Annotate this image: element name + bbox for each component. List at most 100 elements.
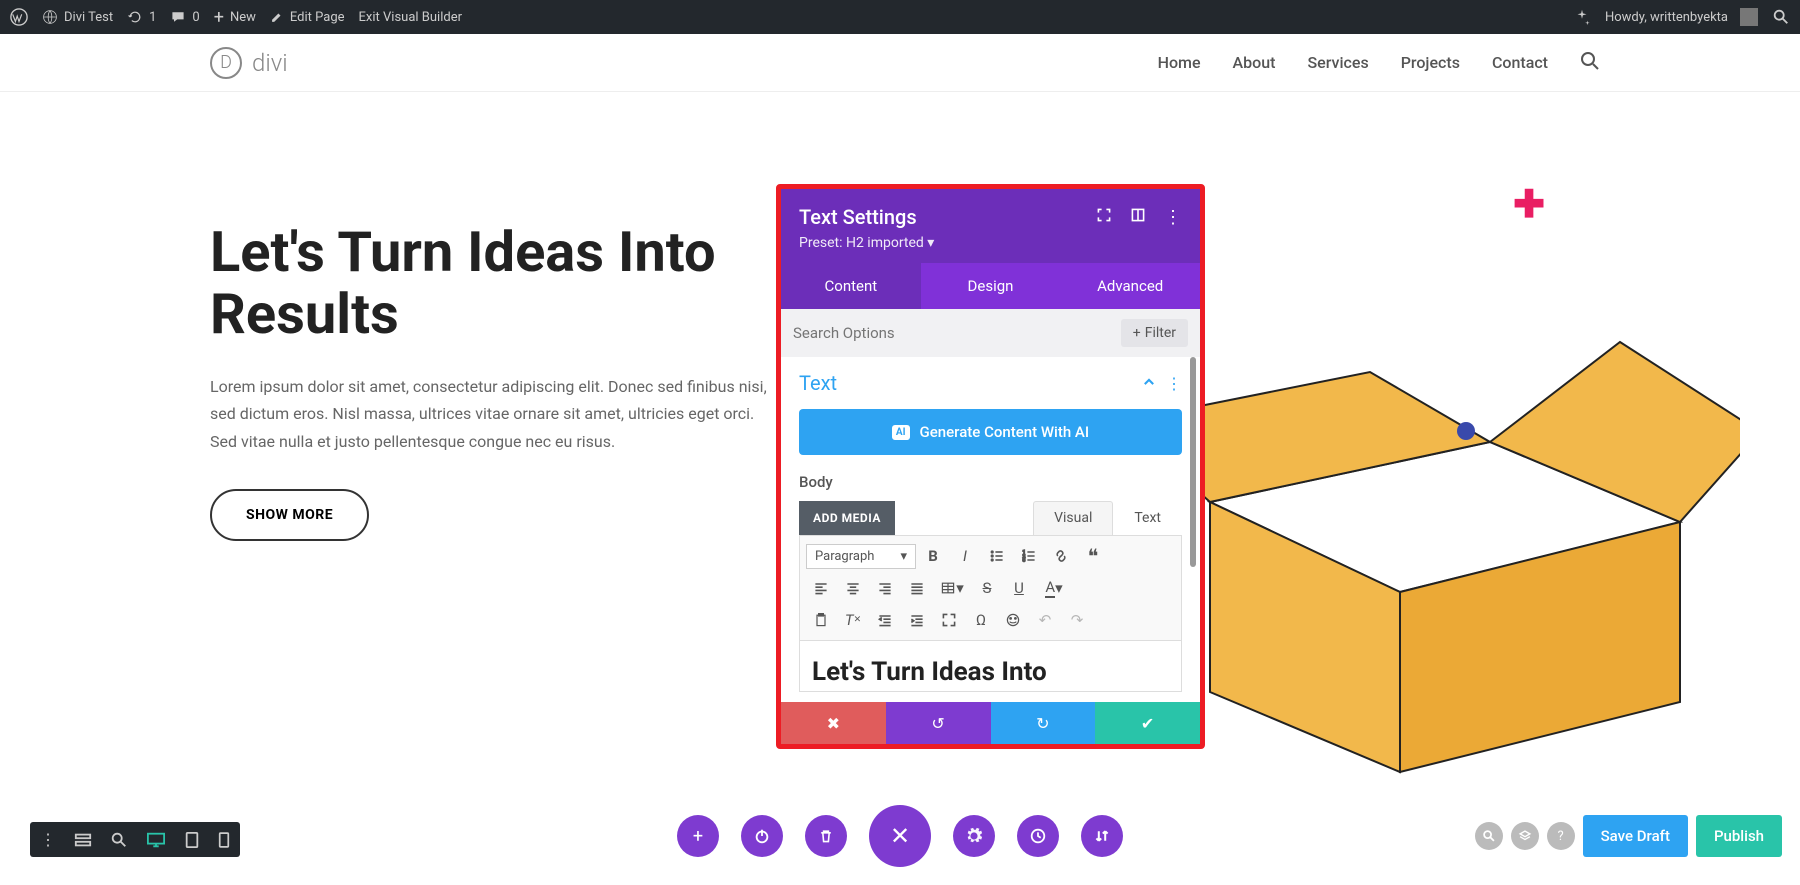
desktop-view-icon[interactable] <box>146 831 166 849</box>
italic-button[interactable]: I <box>950 542 980 570</box>
filter-button[interactable]: +Filter <box>1121 319 1188 347</box>
panel-title: Text Settings <box>799 205 917 229</box>
hero-title: Let's Turn Ideas Into Results <box>210 222 780 345</box>
save-draft-button[interactable]: Save Draft <box>1583 815 1688 857</box>
editor-tab-text[interactable]: Text <box>1113 501 1182 535</box>
section-text-toggle[interactable]: Text <box>799 371 837 395</box>
panel-body: Text ⋮ AI Generate Content With AI Body … <box>781 357 1200 702</box>
tab-advanced[interactable]: Advanced <box>1060 263 1200 309</box>
editor-toolbar: Paragraph▾ B I 123 ❝ ▾ S U A ▾ T✕ <box>799 535 1182 641</box>
align-justify-button[interactable] <box>902 574 932 602</box>
publish-button[interactable]: Publish <box>1696 815 1782 857</box>
nav-about[interactable]: About <box>1233 53 1276 72</box>
panel-cancel-button[interactable]: ✖ <box>781 702 886 744</box>
panel-redo-button[interactable]: ↻ <box>991 702 1096 744</box>
refresh-link[interactable]: 1 <box>127 9 156 25</box>
view-more-icon[interactable]: ⋮ <box>40 830 56 849</box>
editor-tab-visual[interactable]: Visual <box>1033 501 1113 535</box>
site-name-link[interactable]: Divi Test <box>42 9 113 25</box>
edit-page-link[interactable]: Edit Page <box>270 10 345 25</box>
panel-header[interactable]: Text Settings ⋮ Preset: H2 imported ▾ <box>781 189 1200 263</box>
clear-format-button[interactable]: T✕ <box>838 606 868 634</box>
zoom-view-icon[interactable] <box>110 831 128 849</box>
settings-button[interactable] <box>953 815 995 857</box>
svg-text:3: 3 <box>1023 558 1026 564</box>
text-color-button[interactable]: A ▾ <box>1036 574 1072 602</box>
nav-projects[interactable]: Projects <box>1401 53 1460 72</box>
preset-dropdown[interactable]: Preset: H2 imported ▾ <box>799 235 1182 251</box>
section-more-icon[interactable]: ⋮ <box>1166 374 1182 393</box>
text-settings-panel: Text Settings ⋮ Preset: H2 imported ▾ Co… <box>776 184 1205 749</box>
add-button[interactable]: + <box>677 815 719 857</box>
nav-home[interactable]: Home <box>1158 53 1201 72</box>
howdy-link[interactable]: Howdy, writtenbyekta <box>1605 8 1758 26</box>
close-builder-button[interactable]: ✕ <box>869 805 931 867</box>
layers-icon[interactable] <box>1511 822 1539 850</box>
find-icon[interactable] <box>1475 822 1503 850</box>
bold-button[interactable]: B <box>918 542 948 570</box>
nav-services[interactable]: Services <box>1307 53 1368 72</box>
more-icon[interactable]: ⋮ <box>1164 207 1182 228</box>
indent-button[interactable] <box>902 606 932 634</box>
view-toolbar: ⋮ <box>30 822 240 857</box>
ol-button[interactable]: 123 <box>1014 542 1044 570</box>
tab-content[interactable]: Content <box>781 263 921 309</box>
align-right-button[interactable] <box>870 574 900 602</box>
align-center-button[interactable] <box>838 574 868 602</box>
collapse-icon[interactable] <box>1142 374 1156 393</box>
nav-contact[interactable]: Contact <box>1492 53 1548 72</box>
generate-ai-button[interactable]: AI Generate Content With AI <box>799 409 1182 455</box>
main-nav: Home About Services Projects Contact <box>1158 51 1600 75</box>
site-header: Ddivi Home About Services Projects Conta… <box>0 34 1800 92</box>
focus-icon[interactable] <box>1096 207 1112 227</box>
wp-admin-bar: Divi Test 1 0 +New Edit Page Exit Visual… <box>0 0 1800 34</box>
delete-button[interactable] <box>805 815 847 857</box>
table-button[interactable]: ▾ <box>934 574 970 602</box>
emoji-button[interactable] <box>998 606 1028 634</box>
search-options-input[interactable] <box>793 324 1121 342</box>
new-link[interactable]: +New <box>214 7 256 28</box>
panel-confirm-button[interactable]: ✔ <box>1095 702 1200 744</box>
plus-decoration: ✚ <box>1513 182 1545 227</box>
special-char-button[interactable]: Ω <box>966 606 996 634</box>
sparkle-icon[interactable] <box>1573 8 1591 26</box>
add-media-button[interactable]: ADD MEDIA <box>799 501 895 535</box>
ai-badge: AI <box>892 425 910 440</box>
ul-button[interactable] <box>982 542 1012 570</box>
scrollbar[interactable] <box>1190 357 1196 567</box>
hero-body: Lorem ipsum dolor sit amet, consectetur … <box>210 373 770 455</box>
box-illustration <box>1120 262 1740 782</box>
outdent-button[interactable] <box>870 606 900 634</box>
history-button[interactable] <box>1017 815 1059 857</box>
undo-button[interactable]: ↶ <box>1030 606 1060 634</box>
format-select[interactable]: Paragraph▾ <box>806 544 916 569</box>
builder-action-bar: + ✕ <box>677 805 1123 867</box>
search-icon[interactable] <box>1772 8 1790 26</box>
tablet-view-icon[interactable] <box>184 831 200 849</box>
underline-button[interactable]: U <box>1004 574 1034 602</box>
show-more-button[interactable]: SHOW MORE <box>210 489 369 541</box>
site-logo[interactable]: Ddivi <box>210 47 288 79</box>
snap-icon[interactable] <box>1130 207 1146 227</box>
sort-button[interactable] <box>1081 815 1123 857</box>
align-left-button[interactable] <box>806 574 836 602</box>
quote-button[interactable]: ❝ <box>1078 542 1108 570</box>
editor-content[interactable]: Let's Turn Ideas Into <box>799 641 1182 692</box>
nav-search-icon[interactable] <box>1580 51 1600 75</box>
panel-undo-button[interactable]: ↺ <box>886 702 991 744</box>
redo-button[interactable]: ↷ <box>1062 606 1092 634</box>
paste-button[interactable] <box>806 606 836 634</box>
link-button[interactable] <box>1046 542 1076 570</box>
comments-link[interactable]: 0 <box>170 9 199 25</box>
help-icon[interactable]: ? <box>1547 822 1575 850</box>
editor-heading: Let's Turn Ideas Into <box>812 657 1169 687</box>
power-button[interactable] <box>741 815 783 857</box>
tab-design[interactable]: Design <box>921 263 1061 309</box>
mobile-view-icon[interactable] <box>218 831 230 849</box>
wp-logo-icon[interactable] <box>10 8 28 26</box>
strike-button[interactable]: S <box>972 574 1002 602</box>
exit-vb-link[interactable]: Exit Visual Builder <box>359 10 462 25</box>
wireframe-view-icon[interactable] <box>74 831 92 849</box>
fullscreen-button[interactable] <box>934 606 964 634</box>
panel-tabs: Content Design Advanced <box>781 263 1200 309</box>
